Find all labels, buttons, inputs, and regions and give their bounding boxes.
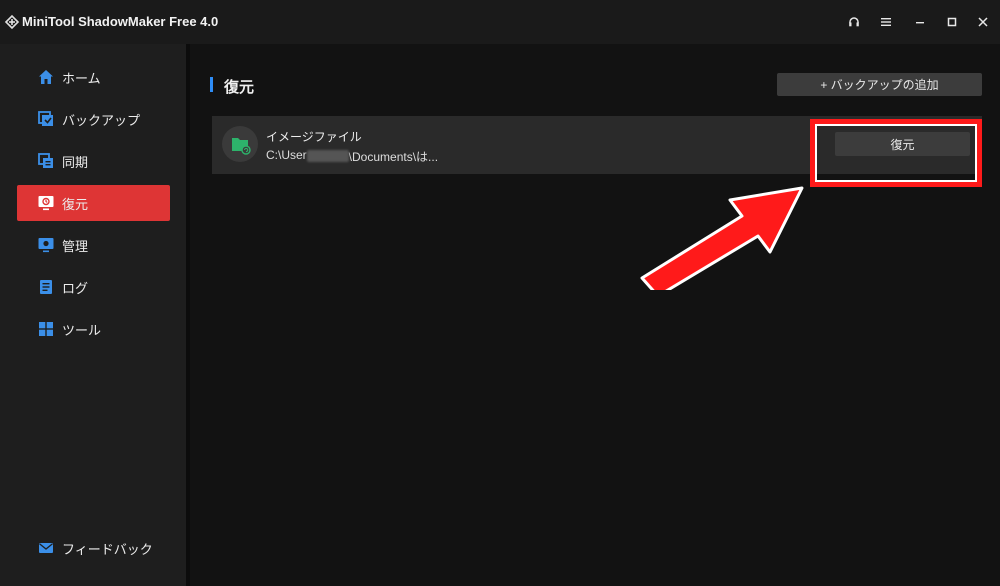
backup-icon [38, 111, 53, 126]
page-title: 復元 [224, 79, 255, 96]
sidebar-item-restore[interactable]: 復元 [17, 185, 170, 221]
minimize-icon [916, 22, 924, 24]
backup-path-prefix: C:\User [266, 148, 307, 162]
sidebar-item-tools[interactable]: ツール [17, 311, 170, 347]
sidebar-item-label: 同期 [62, 154, 89, 170]
sidebar-item-log[interactable]: ログ [17, 269, 170, 305]
restore-button[interactable]: 復元 [835, 132, 970, 156]
sidebar-item-home[interactable]: ホーム [17, 59, 170, 95]
sidebar-item-sync[interactable]: 同期 [17, 143, 170, 179]
minimize-button[interactable] [910, 12, 930, 32]
main-panel: 復元 + バックアップの追加 イメージファイル C:\User \Documen… [190, 44, 1000, 586]
restore-icon [38, 196, 54, 211]
sidebar: ホーム バックアップ 同期 復元 管理 ログ ツール フィードバック [0, 44, 186, 586]
backup-icon-container [222, 126, 258, 162]
log-icon [40, 280, 52, 294]
backup-item-row[interactable]: イメージファイル C:\User \Documents\は... 復元 [212, 116, 982, 174]
maximize-icon [947, 17, 957, 27]
maximize-button[interactable] [942, 12, 962, 32]
folder-restore-icon [232, 138, 251, 155]
headset-icon [849, 17, 859, 27]
sidebar-item-label: ログ [62, 280, 89, 296]
minitool-logo-icon [4, 14, 20, 30]
headset-button[interactable] [844, 12, 864, 32]
menu-button[interactable] [876, 12, 896, 32]
backup-path: C:\User \Documents\は... [266, 148, 438, 165]
sidebar-item-label: バックアップ [62, 112, 141, 128]
mail-icon [39, 543, 53, 553]
app-title: MiniTool ShadowMaker Free 4.0 [22, 14, 219, 29]
sidebar-item-label: ホーム [62, 70, 101, 86]
add-backup-button[interactable]: + バックアップの追加 [777, 73, 982, 96]
sidebar-item-backup[interactable]: バックアップ [17, 101, 170, 137]
backup-path-suffix: \Documents\は... [348, 150, 439, 164]
title-bar: MiniTool ShadowMaker Free 4.0 [0, 0, 1000, 44]
backup-title: イメージファイル [266, 130, 362, 144]
sidebar-item-label: 復元 [62, 196, 89, 212]
feedback-label: フィードバック [62, 541, 153, 557]
manage-icon [38, 238, 54, 253]
close-icon [978, 17, 988, 27]
title-accent-bar [210, 77, 213, 92]
redacted-username [306, 150, 349, 162]
sync-icon [38, 153, 53, 168]
sidebar-item-label: 管理 [62, 238, 89, 254]
home-icon [39, 70, 53, 84]
tools-icon [39, 322, 53, 336]
sidebar-item-manage[interactable]: 管理 [17, 227, 170, 263]
menu-icon [881, 18, 891, 26]
close-button[interactable] [973, 12, 993, 32]
sidebar-item-label: ツール [62, 322, 102, 338]
feedback-button[interactable]: フィードバック [17, 532, 170, 564]
